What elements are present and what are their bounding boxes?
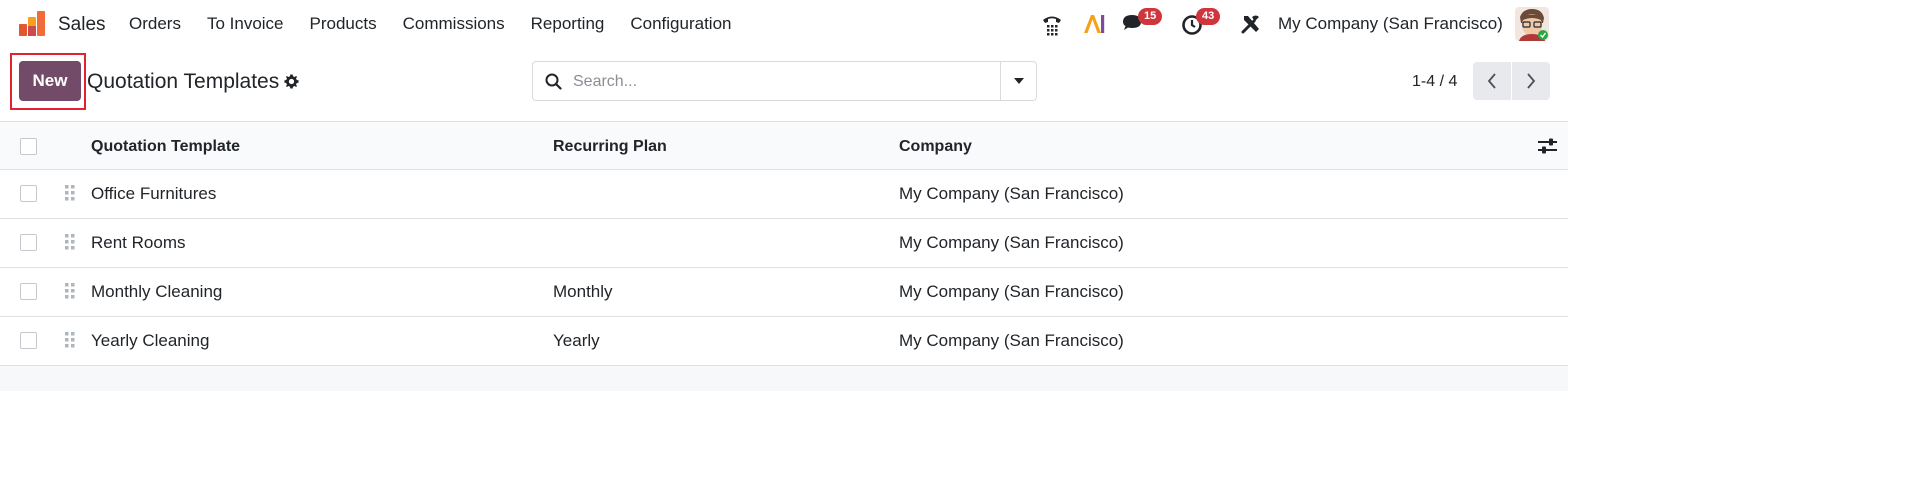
column-header-quotation-template[interactable]: Quotation Template	[91, 138, 240, 156]
row-checkbox[interactable]	[20, 185, 37, 202]
company-switcher[interactable]: My Company (San Francisco)	[1278, 14, 1503, 34]
search-icon	[545, 73, 562, 90]
row-checkbox[interactable]	[20, 332, 37, 349]
drag-handle-icon[interactable]	[65, 332, 75, 348]
menu-reporting[interactable]: Reporting	[531, 14, 605, 34]
menu-commissions[interactable]: Commissions	[403, 14, 505, 34]
column-header-company[interactable]: Company	[899, 138, 972, 156]
ai-icon[interactable]	[1082, 12, 1106, 36]
chevron-left-icon	[1487, 73, 1496, 89]
row-checkbox[interactable]	[20, 234, 37, 251]
messages-badge: 15	[1138, 8, 1163, 25]
select-all-checkbox[interactable]	[20, 138, 37, 155]
user-avatar[interactable]	[1515, 7, 1549, 41]
pager-value[interactable]: 1-4 / 4	[1412, 73, 1457, 91]
menu-products[interactable]: Products	[310, 14, 377, 34]
gear-icon[interactable]	[284, 74, 299, 89]
cell-quotation-template: Rent Rooms	[91, 233, 186, 252]
activities-badge: 43	[1196, 8, 1221, 25]
cell-company: My Company (San Francisco)	[899, 233, 1124, 252]
caret-down-icon	[1013, 78, 1024, 84]
tools-icon[interactable]	[1240, 13, 1262, 35]
search-input[interactable]	[571, 70, 995, 94]
new-button[interactable]: New	[19, 61, 81, 101]
table-row[interactable]: Office Furnitures My Company (San Franci…	[0, 170, 1568, 219]
drag-handle-icon[interactable]	[65, 185, 75, 201]
menu-to-invoice[interactable]: To Invoice	[207, 14, 284, 34]
cell-recurring-plan: Yearly	[553, 331, 600, 350]
search-bar	[532, 61, 1037, 101]
menu-orders[interactable]: Orders	[129, 14, 181, 34]
page-title: Quotation Templates	[87, 70, 280, 93]
table-row[interactable]: Monthly Cleaning Monthly My Company (San…	[0, 268, 1568, 317]
cell-quotation-template: Monthly Cleaning	[91, 282, 223, 301]
drag-handle-icon[interactable]	[65, 234, 75, 250]
cell-company: My Company (San Francisco)	[899, 331, 1124, 350]
optional-columns-icon[interactable]	[1538, 138, 1557, 160]
table-row[interactable]: Rent Rooms My Company (San Francisco)	[0, 219, 1568, 268]
cell-recurring-plan: Monthly	[553, 282, 613, 301]
pager-next-button[interactable]	[1512, 62, 1550, 100]
app-name[interactable]: Sales	[58, 14, 106, 36]
sales-app-logo-icon[interactable]	[17, 10, 47, 38]
search-options-toggle[interactable]	[1000, 62, 1036, 100]
cell-quotation-template: Office Furnitures	[91, 184, 217, 203]
row-checkbox[interactable]	[20, 283, 37, 300]
column-header-recurring-plan[interactable]: Recurring Plan	[553, 138, 667, 156]
cell-quotation-template: Yearly Cleaning	[91, 331, 210, 350]
list-footer-area	[0, 366, 1568, 391]
phone-icon[interactable]	[1040, 12, 1064, 36]
chevron-right-icon	[1527, 73, 1536, 89]
cell-company: My Company (San Francisco)	[899, 184, 1124, 203]
top-navbar: Sales Orders To Invoice Products Commiss…	[0, 0, 1568, 48]
drag-handle-icon[interactable]	[65, 283, 75, 299]
main-menu: Orders To Invoice Products Commissions R…	[129, 14, 757, 34]
cell-company: My Company (San Francisco)	[899, 282, 1124, 301]
list-header: Quotation Template Recurring Plan Compan…	[0, 121, 1568, 170]
pager-previous-button[interactable]	[1473, 62, 1511, 100]
table-row[interactable]: Yearly Cleaning Yearly My Company (San F…	[0, 317, 1568, 366]
menu-configuration[interactable]: Configuration	[630, 14, 731, 34]
